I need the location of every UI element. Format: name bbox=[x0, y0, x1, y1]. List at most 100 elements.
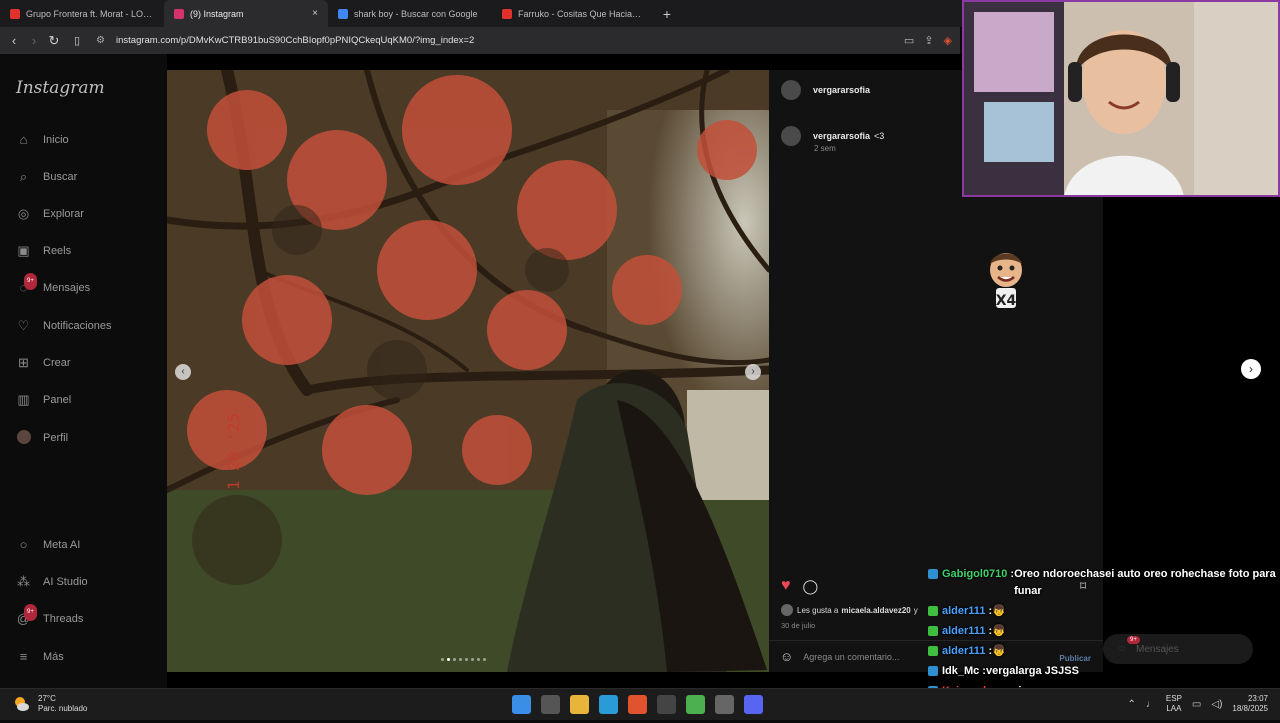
notification-badge: 9+ bbox=[24, 604, 37, 621]
streamer-webcam bbox=[962, 0, 1280, 197]
chat-text: 👦 bbox=[992, 605, 1006, 617]
sidebar-item-perfil[interactable]: Perfil bbox=[16, 430, 68, 445]
menu-icon: ≡ bbox=[19, 649, 28, 664]
microphone-icon[interactable]: ♩ bbox=[1146, 699, 1156, 710]
carousel-dot bbox=[453, 658, 456, 661]
sidebar-item-reels[interactable]: ▣ Reels bbox=[16, 243, 71, 258]
sidebar-item-mensajes[interactable]: ◌ 9+ Mensajes bbox=[16, 273, 91, 295]
carousel-dot bbox=[447, 658, 450, 661]
sidebar-item-inicio[interactable]: ⌂ Inicio bbox=[16, 132, 69, 147]
search-icon: ⌕ bbox=[19, 169, 28, 184]
sidebar-item-label: Más bbox=[43, 650, 64, 663]
svg-text:1 20 '25: 1 20 '25 bbox=[224, 413, 243, 490]
sidebar-item-notificaciones[interactable]: ♡ Notificaciones bbox=[16, 318, 112, 333]
new-tab-button[interactable]: + bbox=[656, 6, 678, 22]
clock-time: 23:07 bbox=[1247, 694, 1268, 703]
obs-icon[interactable] bbox=[657, 695, 676, 714]
caption-text: <3 bbox=[874, 131, 885, 141]
youtube-icon bbox=[502, 8, 512, 19]
settings-icon[interactable] bbox=[715, 695, 734, 714]
instagram-sidebar: Instagram ⌂ Inicio ⌕ Buscar ◎ Explorar ▣ Reels ◌… bbox=[0, 54, 167, 688]
file-explorer-icon[interactable] bbox=[570, 695, 589, 714]
sidebar-item-label: Reels bbox=[43, 244, 72, 257]
heart-icon: ♡ bbox=[17, 318, 30, 333]
like-heart-icon[interactable]: ♥ bbox=[781, 577, 791, 595]
bookmark-icon[interactable]: ▯ bbox=[74, 34, 88, 47]
windows-taskbar: 27°C Parc. nublado ⌃ ♩ ESP LAA ▭ ◁) 23:0… bbox=[0, 688, 1280, 720]
youtube-icon bbox=[10, 8, 20, 19]
likes-user[interactable]: micaela.aldavez20 bbox=[841, 606, 910, 615]
chat-username: alder111 bbox=[942, 645, 986, 657]
weather-widget[interactable]: 27°C Parc. nublado bbox=[12, 694, 87, 714]
sidebar-item-label: Explorar bbox=[43, 207, 84, 220]
avatar[interactable] bbox=[781, 126, 801, 146]
browser-tab[interactable]: Farruko - Cositas Que Haciamos (OFF bbox=[492, 0, 656, 27]
webcam-feed bbox=[964, 2, 1278, 195]
avatar[interactable] bbox=[781, 80, 801, 100]
system-tray: ⌃ ♩ ESP LAA ▭ ◁) 23:07 18/8/2025 bbox=[1128, 694, 1268, 714]
carousel-dot bbox=[477, 658, 480, 661]
close-tab-icon[interactable]: × bbox=[312, 8, 318, 19]
clock[interactable]: 23:07 18/8/2025 bbox=[1232, 694, 1268, 714]
sidebar-item-buscar[interactable]: ⌕ Buscar bbox=[16, 169, 77, 184]
back-icon[interactable]: ‹ bbox=[4, 33, 24, 48]
language-indicator[interactable]: ESP LAA bbox=[1166, 694, 1182, 714]
post-date: 30 de julio bbox=[781, 621, 816, 630]
sidebar-item-threads[interactable]: @9+ Threads bbox=[16, 604, 84, 626]
instagram-logo[interactable]: Instagram bbox=[16, 78, 105, 98]
ai-studio-icon: ⁂ bbox=[17, 574, 30, 589]
volume-icon[interactable]: ◁) bbox=[1211, 699, 1222, 710]
tab-title: shark boy - Buscar con Google bbox=[354, 8, 478, 19]
sidebar-item-ai-studio[interactable]: ⁂ AI Studio bbox=[16, 574, 88, 589]
chevron-up-icon[interactable]: ⌃ bbox=[1128, 699, 1136, 710]
next-post-icon[interactable]: › bbox=[1241, 359, 1261, 379]
carousel-dot bbox=[441, 658, 444, 661]
clock-date: 18/8/2025 bbox=[1232, 704, 1268, 713]
messenger-icon: ◌ 9+ bbox=[16, 273, 37, 295]
instagram-icon bbox=[174, 8, 184, 19]
chat-text: vergalarga JSJSS bbox=[985, 665, 1079, 677]
likes-suffix: y bbox=[913, 605, 918, 615]
post-actions: ♥ ◯ bbox=[781, 577, 818, 595]
address-bar[interactable]: ▯ ⚙ instagram.com/p/DMvKwCTRB91buS90CchB… bbox=[74, 31, 704, 51]
google-icon bbox=[338, 8, 348, 19]
reader-mode-icon[interactable]: ▭ bbox=[904, 34, 914, 47]
sidebar-item-panel[interactable]: ▥ Panel bbox=[16, 392, 71, 407]
browser-tab[interactable]: shark boy - Buscar con Google bbox=[328, 0, 492, 27]
discord-icon[interactable] bbox=[744, 695, 763, 714]
post-username[interactable]: vergararsofia bbox=[813, 85, 870, 95]
emoji-icon[interactable]: ☺ bbox=[780, 649, 793, 664]
browser-toolbar: ‹ › ↻ ▯ ⚙ instagram.com/p/DMvKwCTRB91buS… bbox=[0, 27, 960, 54]
browser-tab[interactable]: Grupo Frontera ft. Morat - LOS DOS ( bbox=[0, 0, 164, 27]
comment-input[interactable]: Agrega un comentario... bbox=[803, 652, 899, 662]
edge-icon[interactable] bbox=[599, 695, 618, 714]
forward-icon[interactable]: › bbox=[24, 33, 44, 48]
sidebar-item-label: Threads bbox=[43, 612, 84, 625]
tab-title: (9) Instagram bbox=[190, 8, 244, 19]
carousel-next-icon[interactable]: › bbox=[745, 364, 761, 380]
sidebar-item-crear[interactable]: ⊞ Crear bbox=[16, 355, 71, 370]
comment-icon[interactable]: ◯ bbox=[803, 578, 819, 595]
chat-message: alder111: 👦 bbox=[928, 623, 1280, 640]
site-settings-icon[interactable]: ⚙ bbox=[96, 35, 110, 46]
sidebar-item-label: Mensajes bbox=[43, 281, 91, 294]
share-icon[interactable]: ⇪ bbox=[924, 34, 933, 47]
home-icon: ⌂ bbox=[19, 132, 28, 147]
sidebar-item-explorar[interactable]: ◎ Explorar bbox=[16, 206, 84, 221]
network-icon[interactable]: ▭ bbox=[1192, 699, 1201, 710]
sidebar-item-más[interactable]: ≡ Más bbox=[16, 649, 64, 664]
sidebar-item-label: Perfil bbox=[43, 431, 69, 444]
notification-badge: 9+ bbox=[24, 273, 37, 290]
brave-shield-icon[interactable]: ◈ bbox=[944, 34, 952, 47]
browser-tab[interactable]: (9) Instagram × bbox=[164, 0, 328, 27]
task-view-icon[interactable] bbox=[541, 695, 560, 714]
avatar bbox=[16, 430, 31, 445]
caption-username[interactable]: vergararsofia bbox=[813, 131, 870, 141]
sidebar-item-meta-ai[interactable]: ○ Meta AI bbox=[16, 537, 81, 552]
sidebar-item-label: Crear bbox=[43, 356, 71, 369]
minecraft-icon[interactable] bbox=[686, 695, 705, 714]
reload-icon[interactable]: ↻ bbox=[44, 33, 64, 49]
windows-start-icon[interactable] bbox=[512, 695, 531, 714]
brave-icon[interactable] bbox=[628, 695, 647, 714]
carousel-prev-icon[interactable]: ‹ bbox=[175, 364, 191, 380]
